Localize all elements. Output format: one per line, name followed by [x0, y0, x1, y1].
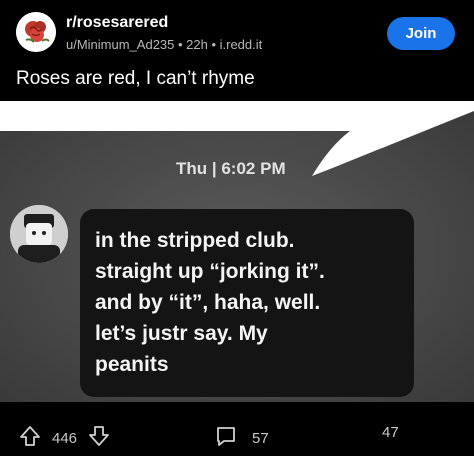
rose-avatar-icon: [16, 12, 56, 52]
post-meta: u/Minimum_Ad235 • 22h • i.redd.it: [66, 37, 263, 52]
subreddit-avatar[interactable]: [16, 12, 56, 52]
action-bar: 446 57 47: [0, 408, 474, 456]
share-button[interactable]: 47: [382, 424, 399, 441]
message-text: in the stripped club. straight up “jorki…: [95, 229, 325, 376]
sender-avatar: [10, 205, 68, 263]
comment-icon: [214, 424, 238, 453]
message-bubble: in the stripped club. straight up “jorki…: [80, 209, 414, 397]
upvote-icon[interactable]: [18, 424, 42, 453]
subreddit-name[interactable]: r/rosesarered: [66, 14, 168, 32]
roblox-avatar-icon: [10, 205, 68, 263]
downvote-icon[interactable]: [87, 424, 111, 453]
comments-button[interactable]: 57: [214, 424, 269, 453]
post-title[interactable]: Roses are red, I can’t rhyme: [16, 68, 255, 90]
vote-group: 446: [18, 424, 111, 453]
comment-count: 57: [252, 430, 269, 447]
upvote-count: 446: [52, 430, 78, 447]
post-header: r/rosesarered u/Minimum_Ad235 • 22h • i.…: [0, 0, 474, 62]
message-timestamp: Thu | 6:02 PM: [176, 159, 286, 178]
post-image[interactable]: Thu | 6:02 PM in the stripped club. stra…: [0, 101, 474, 402]
share-count: 47: [382, 424, 399, 441]
join-button[interactable]: Join: [387, 17, 455, 50]
